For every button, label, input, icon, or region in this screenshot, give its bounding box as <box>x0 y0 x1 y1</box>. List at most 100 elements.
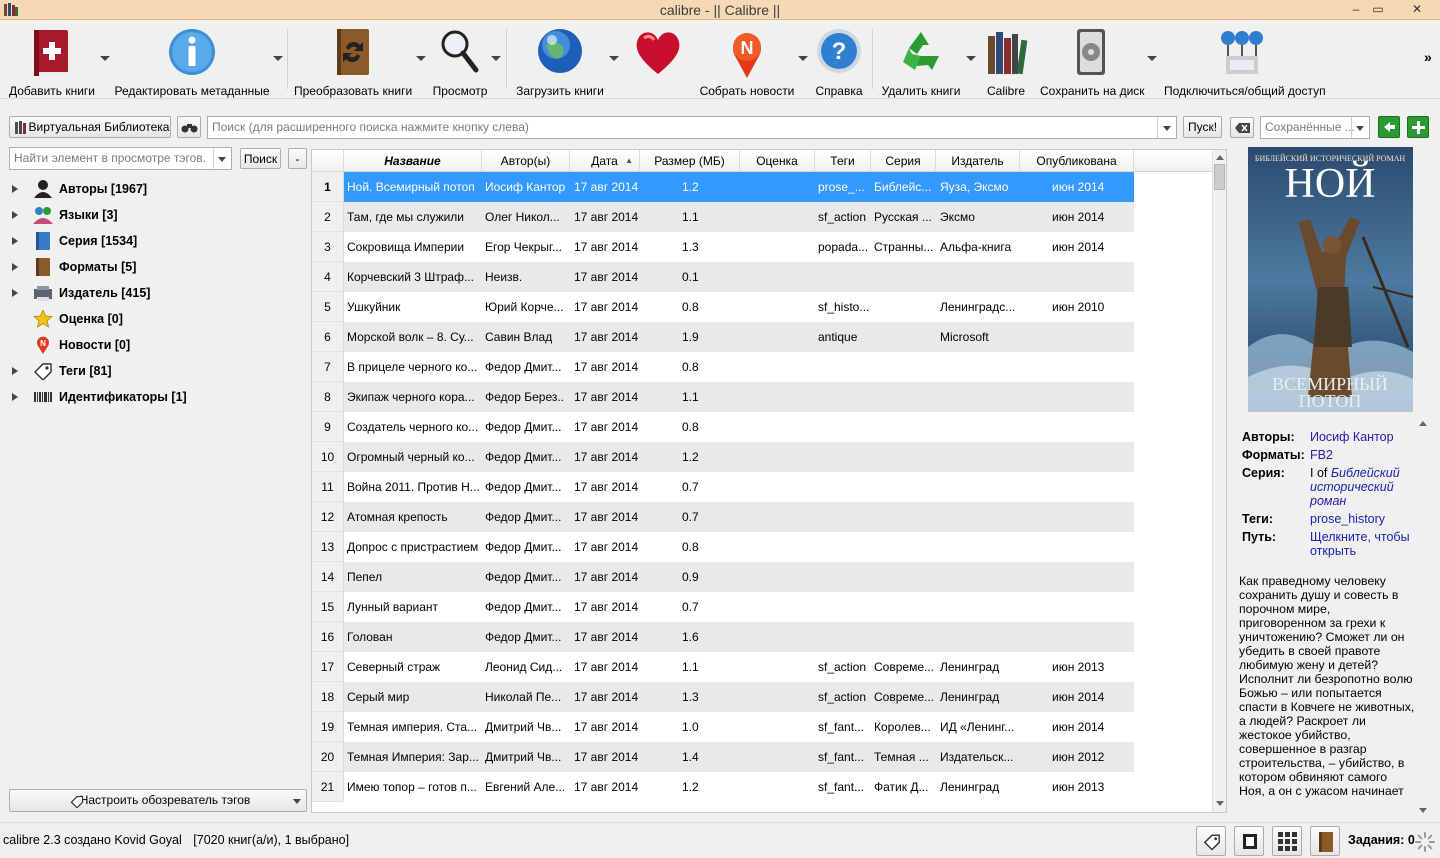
cell-date[interactable]: 17 авг 2014 <box>574 652 654 682</box>
cell-tags[interactable] <box>818 442 870 472</box>
cell-rating[interactable] <box>742 742 812 772</box>
path-link[interactable]: Щелкните, чтобы открыть <box>1310 530 1410 558</box>
book-row[interactable]: 5 Ушкуйник Юрий Корче... 17 авг 2014 0.8 sf_h… <box>312 292 1214 322</box>
book-row-cells[interactable]: Там, где мы служили Олег Никол... 17 авг 2… <box>344 202 1134 232</box>
row-number[interactable]: 1 <box>312 172 344 202</box>
cell-date[interactable]: 17 авг 2014 <box>574 472 654 502</box>
cell-date[interactable]: 17 авг 2014 <box>574 412 654 442</box>
remove-books-button[interactable]: Удалить книги <box>878 24 964 98</box>
book-row-cells[interactable]: Темная Империя: Зар... Дмитрий Чв... 17 ав… <box>344 742 1134 772</box>
cell-authors[interactable]: Федор Дмит... <box>485 622 565 652</box>
cell-tags[interactable] <box>818 532 870 562</box>
cell-title[interactable]: Морской волк – 8. Су... <box>347 322 479 352</box>
cell-rating[interactable] <box>742 352 812 382</box>
scroll-down-icon[interactable] <box>1419 808 1427 813</box>
tag-browser-toggle-button[interactable] <box>1196 826 1226 856</box>
cell-title[interactable]: Темная империя. Ста... <box>347 712 479 742</box>
cell-size[interactable]: 0.1 <box>682 262 732 292</box>
expand-arrow-icon[interactable] <box>12 185 18 193</box>
row-number[interactable]: 14 <box>312 562 344 592</box>
cell-size[interactable]: 1.0 <box>682 712 732 742</box>
cell-title[interactable]: Война 2011. Против Н... <box>347 472 479 502</box>
library-button[interactable]: Calibre <box>982 24 1030 98</box>
column-header-authors[interactable]: Автор(ы) <box>482 150 570 172</box>
book-row[interactable]: 16 Голован Федор Дмит... 17 авг 2014 1.6 <box>312 622 1214 652</box>
book-row[interactable]: 6 Морской волк – 8. Су... Савин Влад 17 авг… <box>312 322 1214 352</box>
cell-rating[interactable] <box>742 532 812 562</box>
cell-published[interactable] <box>1052 592 1132 622</box>
cell-tags[interactable]: sf_histo... <box>818 292 870 322</box>
cell-series[interactable] <box>874 292 934 322</box>
cell-tags[interactable] <box>818 412 870 442</box>
book-row[interactable]: 20 Темная Империя: Зар... Дмитрий Чв... 17 … <box>312 742 1214 772</box>
cell-size[interactable]: 0.9 <box>682 562 732 592</box>
convert-books-button[interactable]: Преобразовать книги <box>294 24 412 98</box>
cell-rating[interactable] <box>742 592 812 622</box>
row-number[interactable]: 7 <box>312 352 344 382</box>
cell-authors[interactable]: Дмитрий Чв... <box>485 712 565 742</box>
search-history-dropdown[interactable] <box>1157 117 1176 138</box>
cell-rating[interactable] <box>742 712 812 742</box>
convert-books-menu-arrow[interactable] <box>416 56 426 61</box>
cell-authors[interactable]: Дмитрий Чв... <box>485 742 565 772</box>
cell-series[interactable] <box>874 562 934 592</box>
book-row-cells[interactable]: Голован Федор Дмит... 17 авг 2014 1.6 <box>344 622 1134 652</box>
cell-publisher[interactable] <box>940 262 1020 292</box>
cell-tags[interactable] <box>818 502 870 532</box>
edit-metadata-button[interactable]: Редактировать метаданные <box>114 24 270 98</box>
row-number[interactable]: 2 <box>312 202 344 232</box>
cell-size[interactable]: 1.3 <box>682 682 732 712</box>
book-row-cells[interactable]: Пепел Федор Дмит... 17 авг 2014 0.9 <box>344 562 1134 592</box>
donate-button[interactable] <box>630 24 686 96</box>
cell-published[interactable]: июн 2012 <box>1052 742 1132 772</box>
cell-title[interactable]: Темная Империя: Зар... <box>347 742 479 772</box>
column-header-published[interactable]: Опубликована <box>1020 150 1134 172</box>
book-row-cells[interactable]: Создатель черного ко... Федор Дмит... 17 а… <box>344 412 1134 442</box>
cell-rating[interactable] <box>742 772 812 802</box>
cell-title[interactable]: Атомная крепость <box>347 502 479 532</box>
book-row[interactable]: 18 Серый мир Николай Пе... 17 авг 2014 1.3 sf… <box>312 682 1214 712</box>
cell-size[interactable]: 1.1 <box>682 382 732 412</box>
cell-publisher[interactable] <box>940 502 1020 532</box>
help-button[interactable]: ? Справка <box>812 24 866 98</box>
cell-date[interactable]: 17 авг 2014 <box>574 712 654 742</box>
clear-search-button[interactable] <box>1230 117 1254 138</box>
book-row[interactable]: 1 Ной. Всемирный потоп Иосиф Кантор 17 авг … <box>312 172 1214 202</box>
cell-series[interactable]: Странны... <box>874 232 934 262</box>
cell-date[interactable]: 17 авг 2014 <box>574 442 654 472</box>
cell-published[interactable]: июн 2013 <box>1052 772 1132 802</box>
cell-publisher[interactable] <box>940 352 1020 382</box>
cell-rating[interactable] <box>742 172 812 202</box>
cell-publisher[interactable] <box>940 382 1020 412</box>
cell-size[interactable]: 0.8 <box>682 412 732 442</box>
cell-published[interactable]: июн 2014 <box>1052 232 1132 262</box>
book-row[interactable]: 3 Сокровища Империи Егор Чекрыг... 17 авг 2… <box>312 232 1214 262</box>
close-button[interactable]: ✕ <box>1400 0 1434 18</box>
cell-title[interactable]: Огромный черный ко... <box>347 442 479 472</box>
row-number[interactable]: 10 <box>312 442 344 472</box>
book-row[interactable]: 11 Война 2011. Против Н... Федор Дмит... 17… <box>312 472 1214 502</box>
cell-authors[interactable]: Федор Берез... <box>485 382 565 412</box>
cell-series[interactable] <box>874 442 934 472</box>
scroll-thumb[interactable] <box>1214 164 1225 190</box>
book-row-cells[interactable]: Допрос с пристрастием Федор Дмит... 17 авг… <box>344 532 1134 562</box>
cell-published[interactable] <box>1052 412 1132 442</box>
cell-authors[interactable]: Федор Дмит... <box>485 502 565 532</box>
column-header-publisher[interactable]: Издатель <box>936 150 1020 172</box>
saved-searches-dropdown[interactable] <box>1351 117 1369 138</box>
cell-rating[interactable] <box>742 442 812 472</box>
book-row-cells[interactable]: Имею топор – готов п... Евгений Але... 17 … <box>344 772 1134 802</box>
cell-size[interactable]: 1.1 <box>682 652 732 682</box>
find-tag-input[interactable]: Найти элемент в просмотре тэгов. <box>9 147 214 170</box>
cell-rating[interactable] <box>742 292 812 322</box>
cell-published[interactable] <box>1052 472 1132 502</box>
cell-authors[interactable]: Федор Дмит... <box>485 592 565 622</box>
row-number[interactable]: 4 <box>312 262 344 292</box>
book-row[interactable]: 13 Допрос с пристрастием Федор Дмит... 17 а… <box>312 532 1214 562</box>
cell-rating[interactable] <box>742 322 812 352</box>
cell-title[interactable]: Там, где мы служили <box>347 202 479 232</box>
cell-size[interactable]: 0.8 <box>682 292 732 322</box>
cell-date[interactable]: 17 авг 2014 <box>574 352 654 382</box>
book-cover[interactable]: БИБЛЕЙСКИЙ ИСТОРИЧЕСКИЙ РОМАН НОЙ ВСЕМИР… <box>1248 147 1413 412</box>
book-row-cells[interactable]: Северный страж Леонид Сид... 17 авг 2014 1.… <box>344 652 1134 682</box>
